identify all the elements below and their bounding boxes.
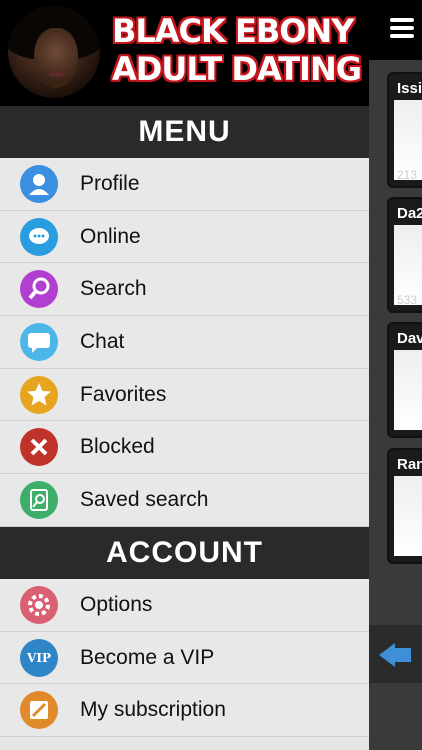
- menu-item-label: Favorites: [80, 382, 167, 406]
- menu-item-label: Become a VIP: [80, 645, 215, 669]
- menu-item-label: Saved search: [80, 488, 209, 512]
- menu-item-label: Options: [80, 592, 153, 616]
- profile-card[interactable]: Dav: [387, 322, 422, 438]
- menu-item-chat[interactable]: Chat: [0, 316, 369, 369]
- menu-item-become-vip[interactable]: VIP Become a VIP: [0, 631, 369, 685]
- profile-card[interactable]: Ran: [387, 448, 422, 564]
- menu-item-label: Online: [80, 224, 141, 248]
- menu-item-search[interactable]: Search: [0, 263, 369, 317]
- profile-photo: [394, 350, 422, 430]
- speech-bubble-icon: [20, 323, 58, 362]
- profile-card[interactable]: Da2 533: [387, 197, 422, 313]
- saved-search-icon: [20, 481, 58, 520]
- chat-bubble-icon: [20, 217, 58, 256]
- magnifier-icon: [20, 270, 58, 309]
- menu-item-my-subscription[interactable]: My subscription: [0, 684, 369, 737]
- vip-icon: VIP: [20, 638, 58, 677]
- menu-item-favorites[interactable]: Favorites: [0, 368, 369, 422]
- menu-item-profile[interactable]: Profile: [0, 158, 369, 211]
- profile-name: Issi: [397, 80, 422, 97]
- x-circle-icon: [20, 428, 58, 467]
- side-drawer: MENU Profile Online Search Chat Favorite…: [0, 106, 369, 750]
- logo-avatar-image: [8, 6, 100, 98]
- menu-item-label: Profile: [80, 172, 140, 195]
- logo-line-1: BLACK EBONY: [112, 12, 354, 50]
- app-header: BLACK EBONY ADULT DATING: [0, 0, 422, 106]
- menu-item-options[interactable]: Options: [0, 578, 369, 632]
- back-bar: [369, 625, 422, 683]
- menu-item-label: Chat: [80, 330, 125, 354]
- pencil-icon: [20, 691, 58, 730]
- menu-item-label: Blocked: [80, 435, 155, 459]
- app-logo: BLACK EBONY ADULT DATING: [112, 12, 362, 88]
- profile-name: Dav: [397, 330, 422, 347]
- account-section-title: ACCOUNT: [0, 526, 369, 579]
- menu-item-label: Search: [80, 277, 147, 301]
- profile-photo: [394, 476, 422, 556]
- menu-section-title: MENU: [0, 106, 369, 158]
- gear-icon: [20, 585, 58, 624]
- user-icon: [20, 165, 58, 203]
- profile-number: 213: [397, 168, 418, 182]
- profile-name: Da2: [397, 205, 422, 222]
- profile-card[interactable]: Issi 213: [387, 72, 422, 188]
- menu-item-online[interactable]: Online: [0, 210, 369, 264]
- background-content-panel: Issi 213 Da2 533 Dav Ran: [369, 60, 422, 750]
- profile-name: Ran: [397, 456, 422, 473]
- logo-line-2: ADULT DATING: [112, 50, 362, 88]
- menu-item-saved-search[interactable]: Saved search: [0, 474, 369, 527]
- star-icon: [20, 375, 58, 414]
- menu-item-blocked[interactable]: Blocked: [0, 421, 369, 475]
- profile-number: 533: [397, 293, 418, 307]
- menu-item-label: My subscription: [80, 698, 226, 722]
- hamburger-icon[interactable]: [390, 18, 414, 38]
